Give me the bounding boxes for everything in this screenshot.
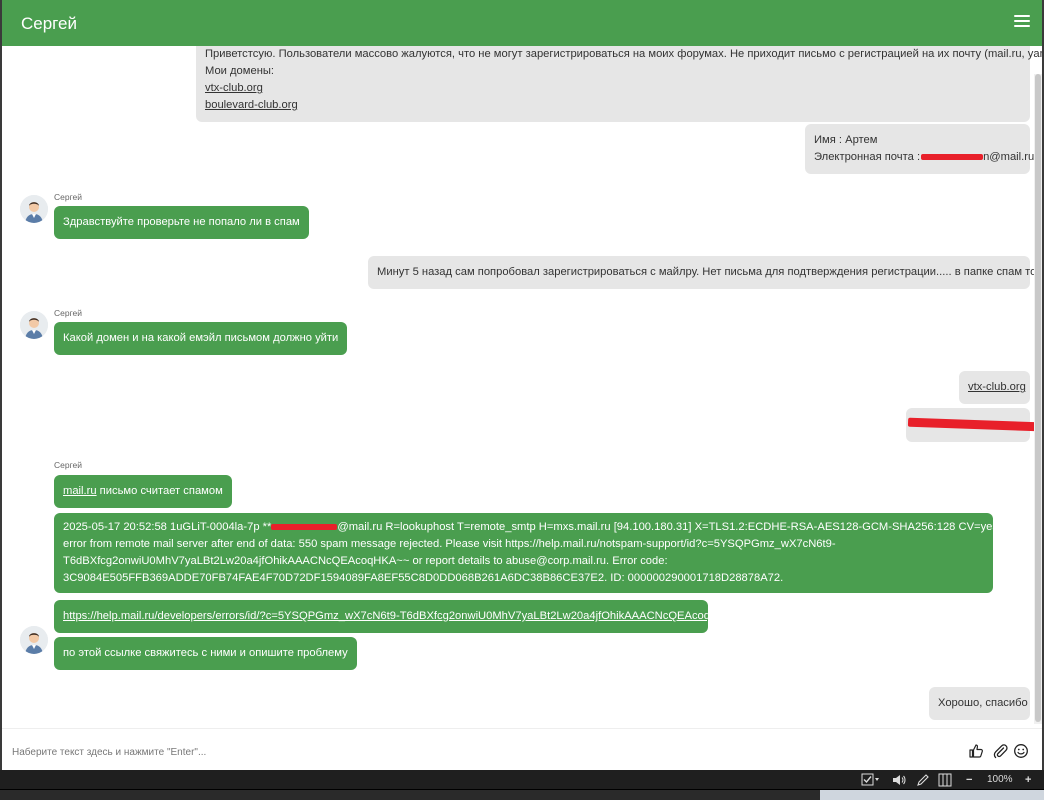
taskbar-thumbnail bbox=[820, 790, 1044, 800]
user-avatar-icon bbox=[20, 311, 48, 339]
scrollbar-thumb[interactable] bbox=[1035, 74, 1041, 722]
outgoing-message: Хорошо, спасибо bbox=[929, 687, 1030, 720]
chat-title: Сергей bbox=[21, 14, 77, 33]
zoom-out-button[interactable]: − bbox=[966, 772, 972, 788]
composer bbox=[2, 728, 1042, 770]
message-text: Минут 5 назад сам попробовал зарегистрир… bbox=[377, 266, 1042, 278]
incoming-message: Какой домен и на какой емэйл письмом дол… bbox=[54, 322, 348, 355]
error-line: error from remote mail server after end … bbox=[63, 538, 836, 550]
browser-statusbar: − 100% + bbox=[0, 770, 1044, 790]
message-text: Хорошо, спасибо bbox=[938, 697, 1028, 709]
outgoing-message: Приветстсую. Пользователи массово жалуют… bbox=[196, 46, 1042, 122]
hamburger-menu-icon[interactable] bbox=[1014, 15, 1030, 29]
chat-header: Сергей bbox=[2, 0, 1042, 46]
domain-link[interactable]: boulevard-club.org bbox=[205, 99, 298, 111]
error-line: T6dBXfcg2onwiU0MhV7yaLBt2Lw20a4jfOhikAAA… bbox=[63, 555, 668, 567]
sender-name: Сергей bbox=[54, 460, 82, 470]
incoming-message: Здравствуйте проверьте не попало ли в сп… bbox=[54, 206, 309, 239]
email-line: Электронная почта : n@mail.ru bbox=[814, 149, 1034, 166]
error-line: 2025-05-17 20:52:58 1uGLiT-0004la-7p ** @… bbox=[63, 521, 1036, 533]
zoom-level: 100% bbox=[987, 774, 1013, 785]
smiley-icon[interactable] bbox=[1013, 743, 1029, 759]
incoming-message: по этой ссылке свяжитесь с ними и опишит… bbox=[54, 637, 357, 670]
message-text: Мои домены: bbox=[205, 65, 275, 77]
scrollbar[interactable] bbox=[1034, 74, 1042, 724]
incoming-message: https://help.mail.ru/developers/errors/i… bbox=[54, 600, 746, 633]
user-avatar-icon bbox=[20, 195, 48, 223]
redacted-email bbox=[921, 154, 984, 161]
message-text: Приветстсую. Пользователи массово жалуют… bbox=[205, 48, 1042, 60]
redacted-email bbox=[271, 524, 338, 531]
message-text: письмо считает спамом bbox=[96, 485, 223, 497]
domain-link[interactable]: vtx-club.org bbox=[968, 381, 1026, 393]
user-avatar-icon bbox=[20, 626, 48, 654]
name-line: Имя : Артем bbox=[814, 134, 878, 146]
chat-window: Сергей Приветстсую. Пользователи массово… bbox=[2, 0, 1042, 770]
help-link[interactable]: https://help.mail.ru/developers/errors/i… bbox=[63, 610, 746, 622]
message-text: Какой домен и на какой емэйл письмом дол… bbox=[63, 332, 339, 344]
incoming-message: mail.ru письмо считает спамом bbox=[54, 475, 232, 508]
email-label: Электронная почта : bbox=[814, 151, 921, 163]
error-line: 3C9084E505FFB369ADDE70FB74FAE4F70D72DF15… bbox=[63, 572, 784, 584]
thumbs-up-icon[interactable] bbox=[968, 743, 984, 759]
outgoing-message: Минут 5 назад сам попробовал зарегистрир… bbox=[368, 256, 1042, 289]
sender-name: Сергей bbox=[54, 308, 82, 318]
outgoing-message: vtx-club.org bbox=[959, 371, 1030, 404]
message-text: Здравствуйте проверьте не попало ли в сп… bbox=[63, 216, 300, 228]
mail-ru-link[interactable]: mail.ru bbox=[63, 485, 97, 497]
email-suffix: n@mail.ru bbox=[983, 151, 1035, 163]
outgoing-message: Имя : Артем Электронная почта : n@mail.ru bbox=[805, 124, 1034, 174]
zoom-in-button[interactable]: + bbox=[1025, 772, 1031, 788]
message-input[interactable] bbox=[12, 741, 912, 763]
message-text: по этой ссылке свяжитесь с ними и опишит… bbox=[63, 647, 348, 659]
outgoing-redacted-message bbox=[906, 408, 1041, 442]
sender-name: Сергей bbox=[54, 192, 82, 202]
paperclip-icon[interactable] bbox=[992, 743, 1008, 759]
message-list[interactable]: Приветстсую. Пользователи массово жалуют… bbox=[2, 46, 1042, 728]
domain-link[interactable]: vtx-club.org bbox=[205, 82, 263, 94]
incoming-message: 2025-05-17 20:52:58 1uGLiT-0004la-7p ** @… bbox=[54, 513, 1036, 593]
redacted-content bbox=[907, 417, 1041, 432]
